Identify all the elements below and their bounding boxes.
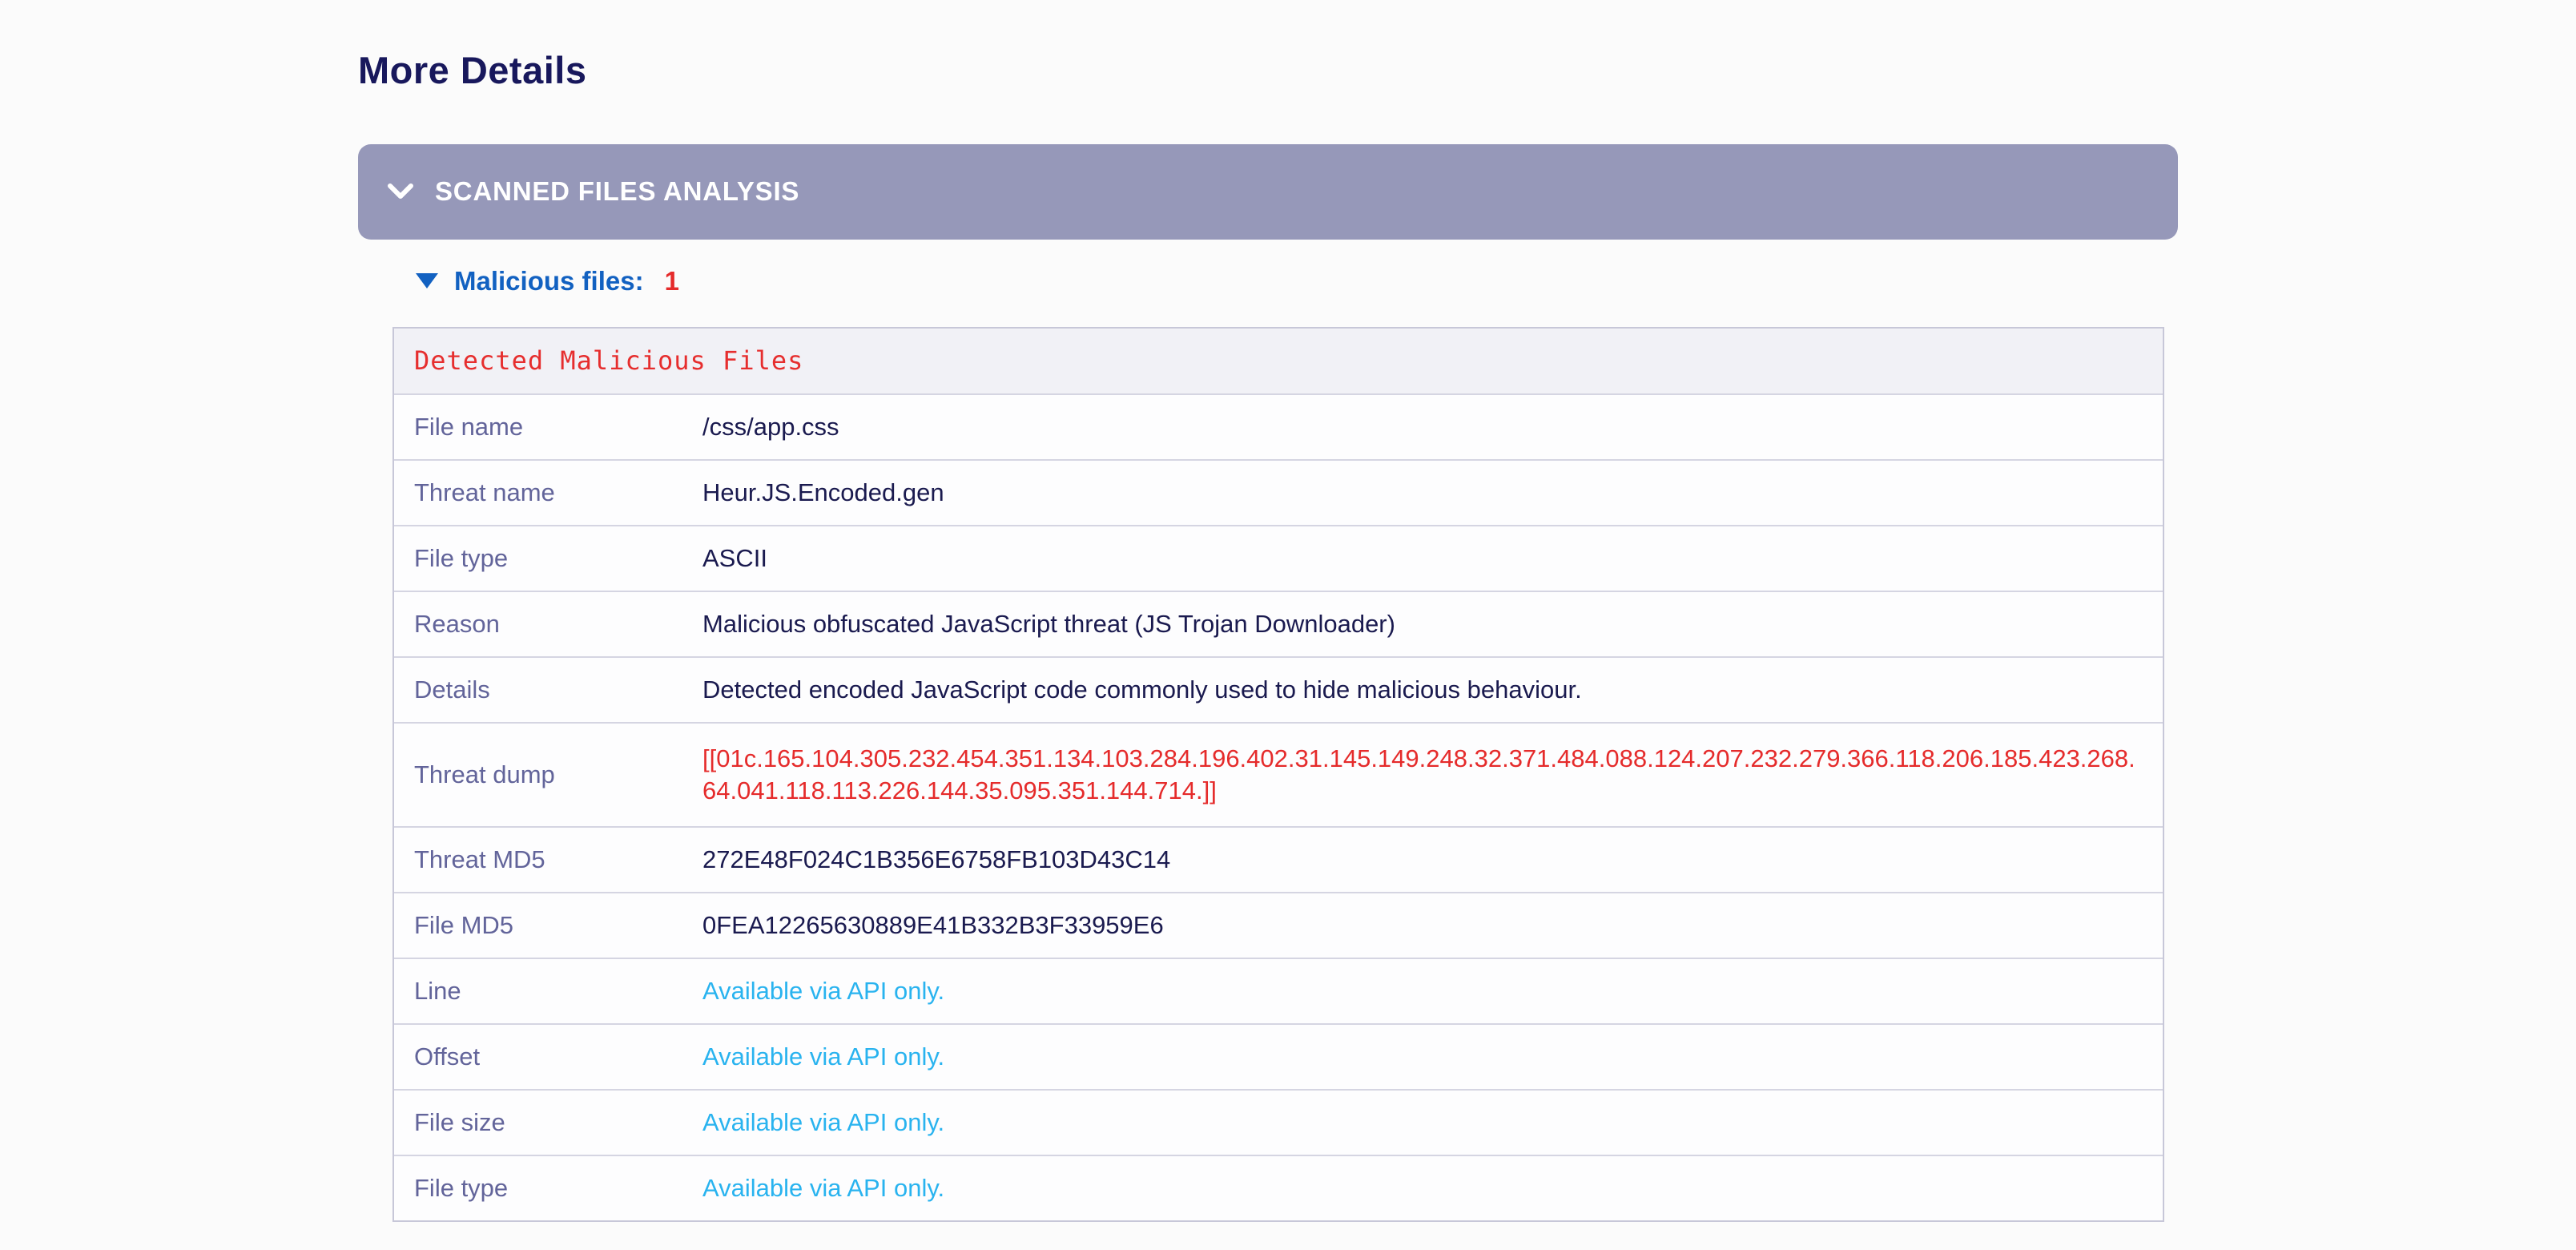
table-row-file-type-2: File type Available via API only. bbox=[394, 1155, 2163, 1220]
row-value: Heur.JS.Encoded.gen bbox=[702, 477, 2163, 509]
row-value-threat-dump: [[01c.165.104.305.232.454.351.134.103.28… bbox=[702, 743, 2163, 807]
malicious-files-label: Malicious files: bbox=[454, 266, 644, 296]
row-value-api-only: Available via API only. bbox=[702, 1107, 2163, 1139]
table-row-file-size: File size Available via API only. bbox=[394, 1089, 2163, 1155]
row-label: Offset bbox=[394, 1042, 702, 1071]
section-header-label: SCANNED FILES ANALYSIS bbox=[435, 176, 799, 207]
row-value: Detected encoded JavaScript code commonl… bbox=[702, 674, 2163, 706]
table-row-line: Line Available via API only. bbox=[394, 958, 2163, 1023]
row-value-api-only: Available via API only. bbox=[702, 1041, 2163, 1073]
row-label: Reason bbox=[394, 610, 702, 639]
table-row-file-type: File type ASCII bbox=[394, 525, 2163, 591]
row-label: Threat MD5 bbox=[394, 845, 702, 874]
row-label: File MD5 bbox=[394, 911, 702, 940]
table-header-row: Detected Malicious Files bbox=[394, 329, 2163, 393]
row-value-api-only: Available via API only. bbox=[702, 1172, 2163, 1204]
table-row-offset: Offset Available via API only. bbox=[394, 1023, 2163, 1089]
row-label: File name bbox=[394, 413, 702, 442]
table-row-file-name: File name /css/app.css bbox=[394, 393, 2163, 459]
table-row-file-md5: File MD5 0FEA12265630889E41B332B3F33959E… bbox=[394, 892, 2163, 958]
row-label: Line bbox=[394, 977, 702, 1006]
triangle-down-icon bbox=[416, 273, 438, 288]
row-label: File type bbox=[394, 544, 702, 573]
chevron-down-icon bbox=[387, 183, 414, 200]
row-label: File size bbox=[394, 1108, 702, 1137]
table-row-details: Details Detected encoded JavaScript code… bbox=[394, 656, 2163, 722]
scanned-files-analysis-header[interactable]: SCANNED FILES ANALYSIS bbox=[358, 144, 2178, 240]
table-header-title: Detected Malicious Files bbox=[414, 345, 803, 376]
table-row-threat-name: Threat name Heur.JS.Encoded.gen bbox=[394, 459, 2163, 525]
row-value: Malicious obfuscated JavaScript threat (… bbox=[702, 608, 2163, 640]
row-label: File type bbox=[394, 1174, 702, 1203]
row-label: Threat dump bbox=[394, 760, 702, 789]
row-label: Threat name bbox=[394, 478, 702, 507]
table-row-reason: Reason Malicious obfuscated JavaScript t… bbox=[394, 591, 2163, 656]
row-label: Details bbox=[394, 675, 702, 704]
more-details-page: More Details SCANNED FILES ANALYSIS Mali… bbox=[0, 0, 2178, 1222]
table-row-threat-md5: Threat MD5 272E48F024C1B356E6758FB103D43… bbox=[394, 826, 2163, 892]
row-value: 0FEA12265630889E41B332B3F33959E6 bbox=[702, 909, 2163, 942]
detected-malicious-files-table: Detected Malicious Files File name /css/… bbox=[392, 327, 2164, 1222]
malicious-files-toggle[interactable]: Malicious files: 1 bbox=[416, 266, 2178, 296]
row-value: /css/app.css bbox=[702, 411, 2163, 443]
table-row-threat-dump: Threat dump [[01c.165.104.305.232.454.35… bbox=[394, 722, 2163, 826]
page-title: More Details bbox=[358, 50, 2178, 91]
row-value: 272E48F024C1B356E6758FB103D43C14 bbox=[702, 844, 2163, 876]
row-value: ASCII bbox=[702, 542, 2163, 575]
malicious-files-count: 1 bbox=[665, 266, 679, 296]
row-value-api-only: Available via API only. bbox=[702, 975, 2163, 1007]
